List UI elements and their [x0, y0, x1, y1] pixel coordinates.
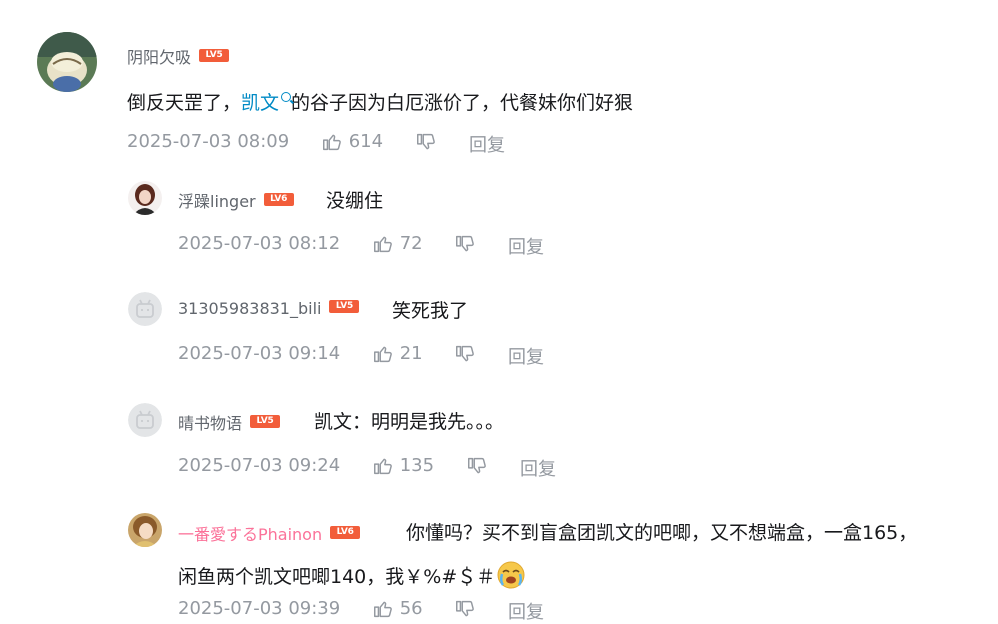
reply-user[interactable]: 一番愛するPhainon LV6 [178, 521, 361, 545]
like-count: 72 [399, 233, 423, 254]
reply-button[interactable]: 回复 [520, 455, 556, 481]
crying-emoji-icon [497, 561, 525, 594]
reply-text: 没绷住 [326, 190, 384, 212]
timestamp: 2025-07-03 09:24 [178, 455, 341, 476]
username-text[interactable]: 31305983831_bili [178, 299, 321, 318]
username-text[interactable]: 阴阳欠吸 [127, 48, 191, 67]
reply-meta: 2025-07-03 09:39 56 回复 [178, 598, 578, 624]
search-icon [281, 91, 292, 102]
thumbs-up-icon [374, 458, 392, 475]
thumbs-down-icon [456, 235, 474, 252]
thumbs-down-icon [417, 133, 435, 150]
like-button[interactable]: 135 [372, 455, 434, 477]
like-button[interactable]: 614 [321, 131, 383, 153]
reply-text-part: 闲鱼两个凯文吧唧140，我￥%#＄＃ [178, 566, 496, 588]
like-count: 614 [348, 131, 384, 152]
timestamp: 2025-07-03 09:14 [178, 343, 341, 364]
level-badge: LV5 [250, 415, 281, 428]
reply-user[interactable]: 晴书物语 LV5 [178, 410, 281, 434]
timestamp: 2025-07-03 08:12 [178, 233, 341, 254]
dislike-button[interactable] [454, 598, 476, 620]
username-text[interactable]: 一番愛するPhainon [178, 525, 322, 544]
like-count: 21 [399, 343, 423, 364]
reply-meta: 2025-07-03 09:14 21 回复 [178, 343, 578, 369]
reply-button[interactable]: 回复 [508, 343, 544, 369]
topic-link[interactable]: 凯文 [241, 92, 279, 114]
like-button[interactable]: 72 [372, 233, 423, 255]
timestamp: 2025-07-03 09:39 [178, 598, 341, 619]
dislike-button[interactable] [415, 131, 437, 153]
level-badge: LV5 [329, 300, 360, 313]
thumbs-up-icon [323, 134, 341, 151]
dislike-button[interactable] [454, 343, 476, 365]
reply-text: 凯文：明明是我先。。。 [314, 411, 505, 433]
like-count: 135 [399, 455, 435, 476]
reply-button[interactable]: 回复 [508, 233, 544, 259]
level-badge: LV6 [263, 193, 294, 206]
thumbs-down-icon [456, 345, 474, 362]
thumbs-up-icon [374, 601, 392, 618]
reply-text-continued: 闲鱼两个凯文吧唧140，我￥%#＄＃ [178, 561, 525, 594]
default-avatar-icon[interactable] [128, 403, 162, 437]
timestamp: 2025-07-03 08:09 [127, 131, 290, 152]
level-badge: LV6 [330, 526, 361, 539]
username[interactable]: 阴阳欠吸 LV5 [127, 44, 230, 68]
reply-button[interactable]: 回复 [469, 131, 505, 157]
reply-text: 笑死我了 [392, 300, 469, 322]
level-badge: LV5 [199, 49, 230, 62]
like-button[interactable]: 21 [372, 343, 423, 365]
like-button[interactable]: 56 [372, 598, 423, 620]
comment-meta: 2025-07-03 08:09 614 回复 [127, 131, 547, 157]
thumbs-up-icon [374, 236, 392, 253]
reply-meta: 2025-07-03 09:24 135 回复 [178, 455, 598, 481]
default-avatar-icon[interactable] [128, 292, 162, 326]
username-text[interactable]: 晴书物语 [178, 414, 242, 433]
like-count: 56 [399, 598, 423, 619]
reply-meta: 2025-07-03 08:12 72 回复 [178, 233, 578, 259]
avatar[interactable] [37, 32, 97, 92]
avatar[interactable] [128, 181, 162, 215]
comment-text: 倒反天罡了，凯文 的谷子因为白厄涨价了，代餐妹你们好狠 [127, 88, 633, 115]
comment-text-part: 倒反天罡了， [127, 92, 242, 114]
dislike-button[interactable] [454, 233, 476, 255]
username-text[interactable]: 浮躁linger [178, 192, 256, 211]
avatar[interactable] [128, 513, 162, 547]
reply-user[interactable]: 浮躁linger LV6 [178, 188, 294, 212]
comment-text-part: 的谷子因为白厄涨价了，代餐妹你们好狠 [291, 92, 634, 114]
thumbs-down-icon [468, 457, 486, 474]
reply-text: 你懂吗？买不到盲盒团凯文的吧唧，又不想端盒，一盒165， [406, 522, 918, 544]
thumbs-up-icon [374, 346, 392, 363]
dislike-button[interactable] [466, 455, 488, 477]
reply-button[interactable]: 回复 [508, 598, 544, 624]
thumbs-down-icon [456, 600, 474, 617]
reply-user[interactable]: 31305983831_bili LV5 [178, 299, 360, 318]
